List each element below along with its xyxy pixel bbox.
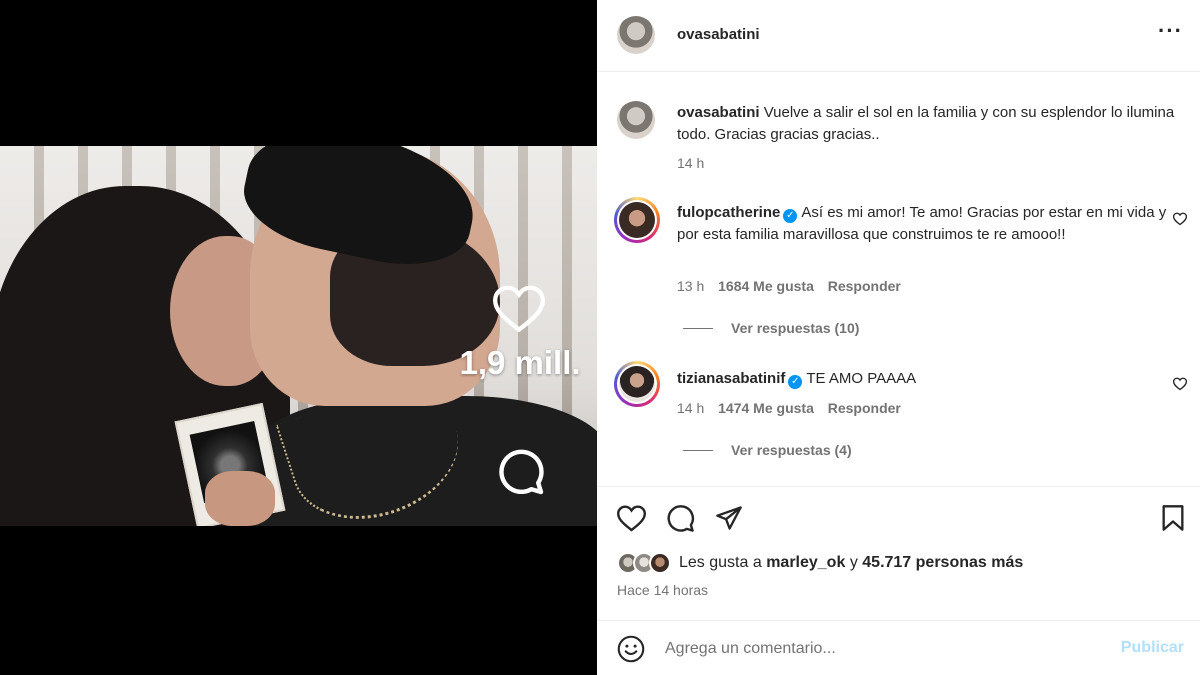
likes-text: Les gusta a marley_ok y 45.717 personas …	[679, 554, 1023, 572]
comment-2-reply-button[interactable]: Responder	[828, 400, 901, 416]
likes-connector: y	[849, 554, 858, 571]
verified-badge-icon: ✓	[783, 209, 798, 223]
comment-2-view-replies-label[interactable]: Ver respuestas (4)	[731, 442, 852, 458]
verified-badge-icon: ✓	[788, 375, 803, 389]
comment-1: fulopcatherine ✓ Así es mi amor! Te amo! G…	[677, 202, 1167, 246]
comment-input[interactable]	[665, 635, 1105, 663]
caption: ovasabatini Vuelve a salir el sol en la …	[677, 102, 1182, 146]
post-header: ovasabatini ···	[597, 0, 1200, 72]
comment-avatar-tizianasabatinif[interactable]	[614, 361, 660, 407]
caption-username[interactable]: ovasabatini	[677, 104, 760, 121]
posted-ago: Hace 14 horas	[617, 582, 709, 598]
likes-prefix: Les gusta a	[679, 554, 762, 571]
heart-outline-icon[interactable]	[493, 285, 545, 333]
liker-avatar	[649, 552, 671, 574]
comment-2-like-icon[interactable]	[1173, 377, 1187, 391]
comment-1-like-icon[interactable]	[1173, 212, 1187, 226]
comment-icon[interactable]	[666, 504, 695, 533]
comment-1-reply-button[interactable]: Responder	[828, 278, 901, 294]
caption-time: 14 h	[677, 155, 705, 171]
more-horizontal-icon[interactable]: ···	[1158, 20, 1182, 46]
comment-1-username[interactable]: fulopcatherine	[677, 204, 780, 221]
comment-1-likes[interactable]: 1684 Me gusta	[718, 278, 814, 294]
post-side-panel: ovasabatini ··· ovasabatini Vuelve a sal…	[597, 0, 1200, 675]
publish-button[interactable]: Publicar	[1121, 639, 1184, 657]
heart-icon[interactable]	[617, 505, 646, 532]
likes-others-link[interactable]: 45.717 personas más	[862, 554, 1023, 571]
comment-1-time: 13 h	[677, 278, 705, 294]
comment-2-meta: 14 h 1474 Me gusta Responder	[677, 400, 911, 416]
post-media-pane: 1,9 mill.	[0, 0, 597, 675]
caption-avatar[interactable]	[617, 101, 655, 139]
comment-2-view-replies[interactable]: Ver respuestas (4)	[683, 442, 852, 458]
comment-composer: Publicar	[597, 620, 1200, 675]
comment-1-view-replies[interactable]: Ver respuestas (10)	[683, 320, 859, 336]
comment-2: tizianasabatinif ✓ TE AMO PAAAA	[677, 368, 1167, 390]
comment-1-meta: 13 h 1684 Me gusta Responder	[677, 278, 911, 294]
save-bookmark-icon[interactable]	[1160, 504, 1186, 532]
comment-2-username[interactable]: tizianasabatinif	[677, 370, 785, 387]
overlay-like-count: 1,9 mill.	[459, 344, 581, 381]
likes-summary: Les gusta a marley_ok y 45.717 personas …	[617, 552, 1023, 574]
comment-bubble-icon[interactable]	[497, 448, 545, 496]
author-avatar[interactable]	[617, 16, 655, 54]
comment-2-text: TE AMO PAAAA	[806, 370, 917, 387]
share-icon[interactable]	[715, 504, 743, 532]
comment-2-time: 14 h	[677, 400, 705, 416]
likes-user-link[interactable]: marley_ok	[766, 554, 845, 571]
comment-avatar-fulopcatherine[interactable]	[614, 197, 660, 243]
comment-2-likes[interactable]: 1474 Me gusta	[718, 400, 814, 416]
emoji-smile-icon[interactable]	[617, 635, 645, 663]
hand	[205, 471, 275, 526]
author-username[interactable]: ovasabatini	[677, 26, 760, 43]
comment-1-view-replies-label[interactable]: Ver respuestas (10)	[731, 320, 859, 336]
